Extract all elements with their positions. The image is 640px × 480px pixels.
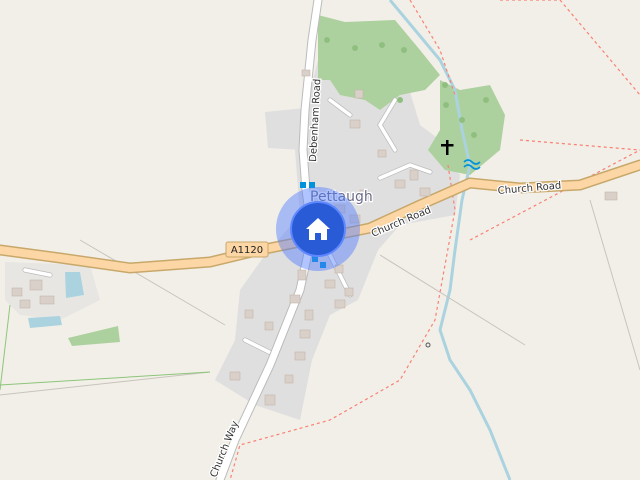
location-marker[interactable] [276,187,360,271]
map-canvas[interactable]: Pettaugh Debenham Road Church Road Churc… [0,0,640,480]
